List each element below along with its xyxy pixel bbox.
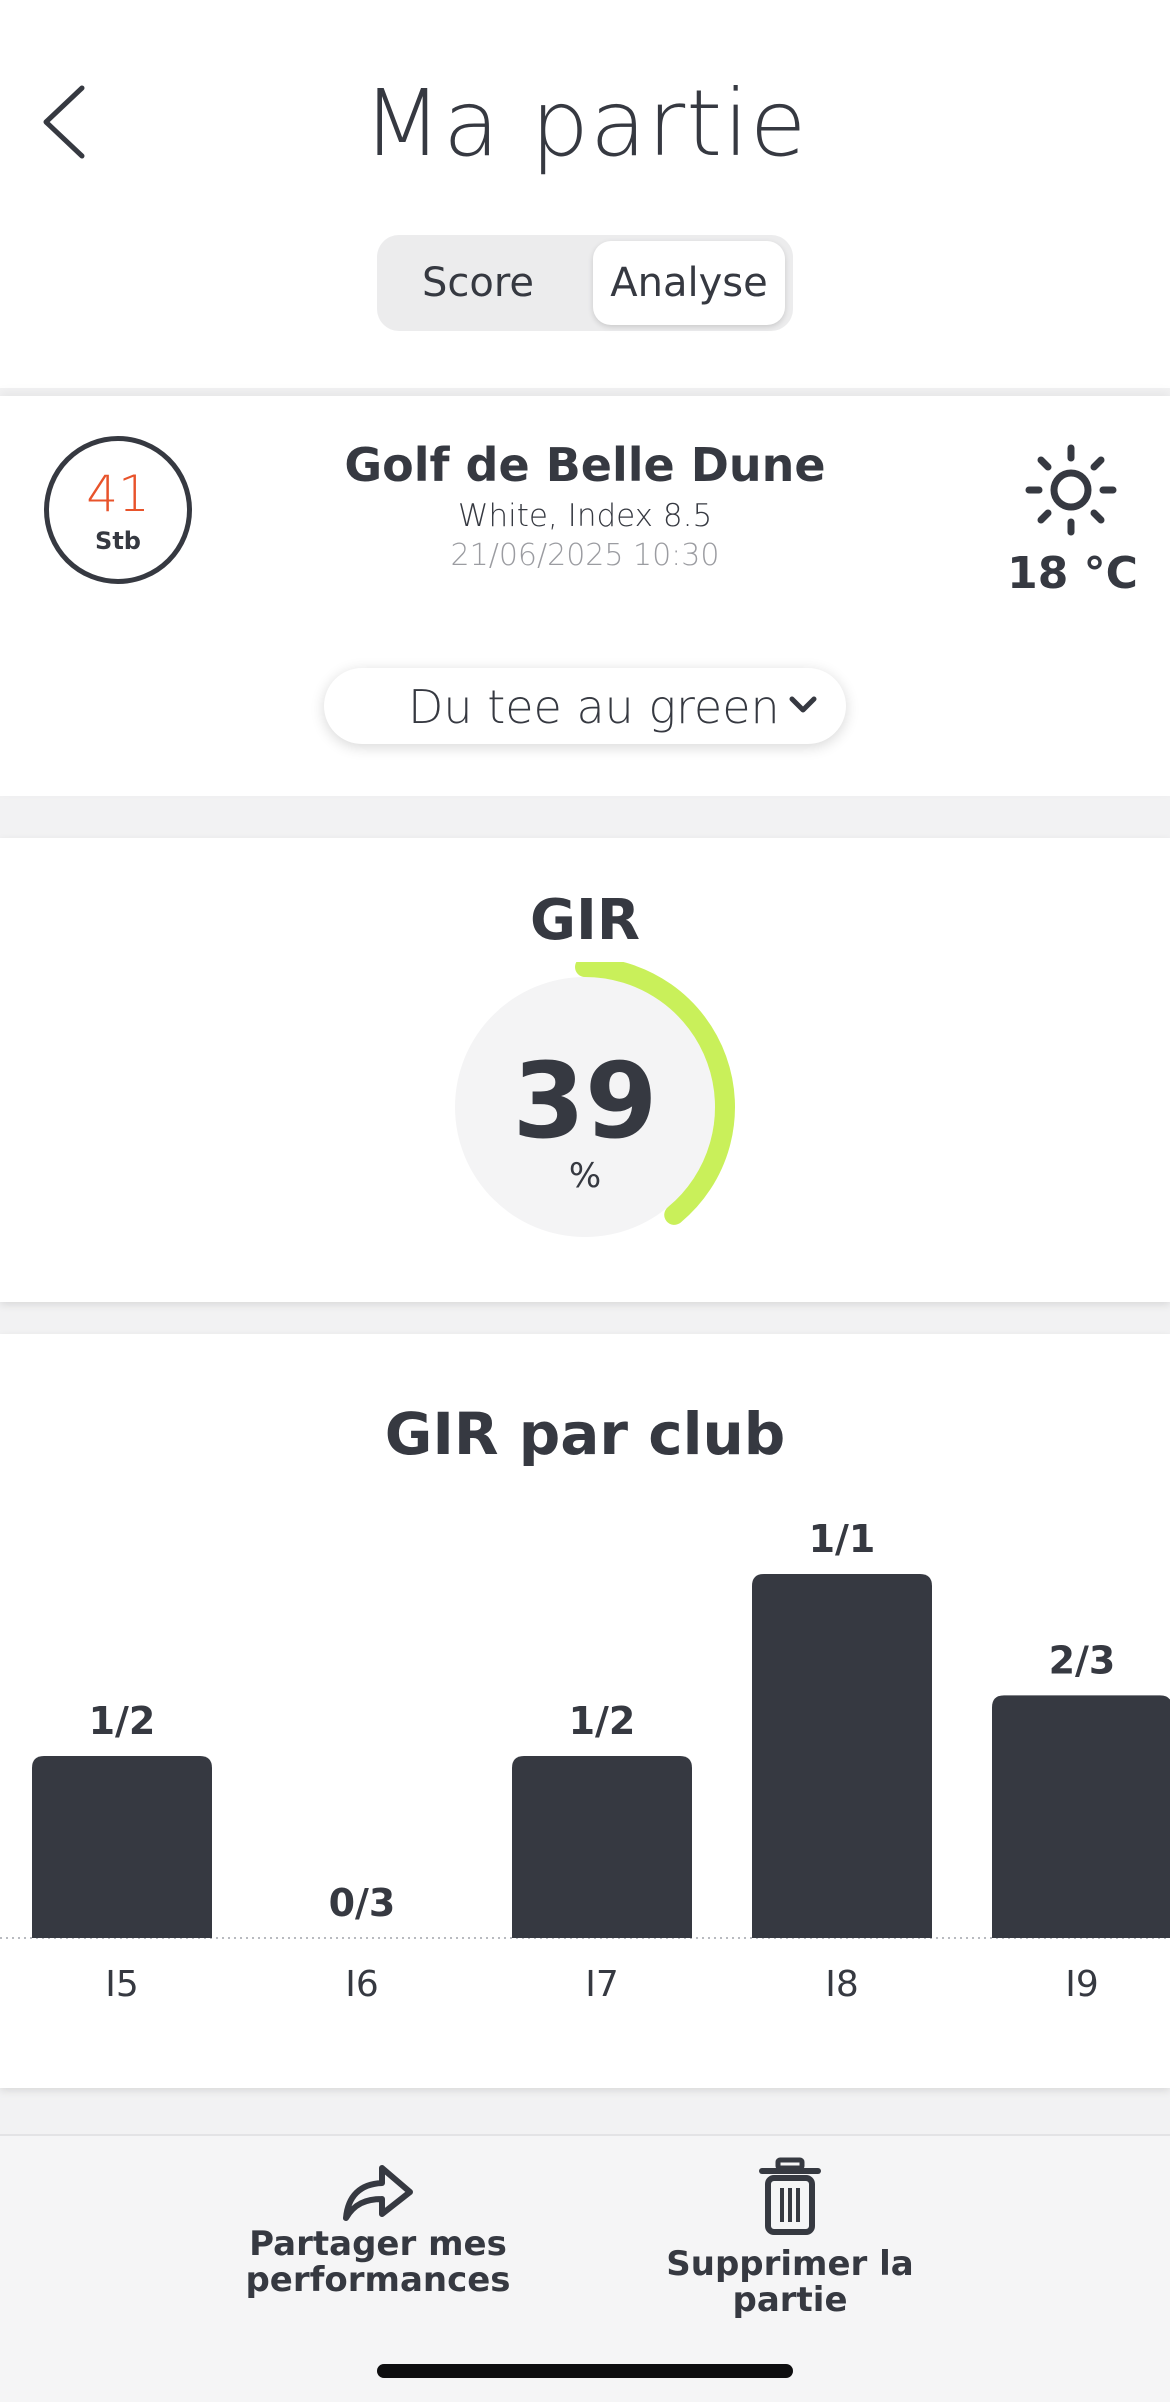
phase-filter-dropdown[interactable]: Du tee au green <box>324 668 846 744</box>
tee-info: White, Index 8.5 <box>457 498 713 534</box>
sun-icon <box>1025 444 1117 536</box>
share-performance-button[interactable]: Partager mes performances <box>230 2156 526 2298</box>
tab-score[interactable]: Score <box>383 241 573 325</box>
chart-bar-i7 <box>512 1756 692 1938</box>
chart-tick-label-i5: I5 <box>105 1964 139 2005</box>
gir-percentage-unit: % <box>568 1156 602 1196</box>
chart-tick-label-i9: I9 <box>1065 1964 1099 2005</box>
course-name: Golf de Belle Dune <box>344 438 826 492</box>
share-arrow-icon <box>343 2165 413 2221</box>
header: Ma partie Score Analyse <box>0 0 1170 388</box>
chart-tick-label-i8: I8 <box>825 1964 859 2005</box>
gir-title: GIR <box>530 888 640 953</box>
chart-data-label-i9: 2/3 <box>1049 1638 1116 1682</box>
filter-selected-value: Du tee au green <box>408 680 780 734</box>
gir-per-club-card: 1/2 I5 0/3 I6 1/2 I7 1/1 I8 2/3 I9 GIR par club <box>0 1334 1170 2088</box>
chart-data-label-i7: 1/2 <box>569 1699 636 1743</box>
round-datetime: 21/06/2025 10:30 <box>450 538 720 573</box>
chart-bar-i8 <box>752 1574 932 1938</box>
chart-title: GIR par club <box>384 1400 786 1468</box>
home-indicator <box>377 2364 793 2378</box>
round-info-card: 41 Stb Golf de Belle Dune White, Index 8… <box>0 396 1170 796</box>
tab-analyse[interactable]: Analyse <box>593 241 785 325</box>
chart-bar-i9 <box>992 1695 1170 1938</box>
page-title: Ma partie <box>362 70 808 177</box>
chart-tick-label-i6: I6 <box>345 1964 379 2005</box>
chart-tick-label-i7: I7 <box>585 1964 619 2005</box>
chevron-down-icon <box>789 696 817 713</box>
gir-percentage-value: 39 <box>512 1040 658 1162</box>
share-label-line1: Partager mes <box>249 2224 507 2264</box>
trash-icon <box>759 2157 821 2235</box>
gir-card: GIR 39 % <box>0 838 1170 1302</box>
chart-data-label-i5: 1/2 <box>89 1699 156 1743</box>
chart-data-label-i8: 1/1 <box>809 1517 876 1561</box>
segmented-control: Score Analyse <box>377 235 793 331</box>
temperature: 18 °C <box>1007 548 1138 599</box>
share-label-line2: performances <box>245 2260 511 2300</box>
chart-bar-i5 <box>32 1756 212 1938</box>
chart-data-label-i6: 0/3 <box>329 1881 396 1925</box>
delete-label: Supprimer la partie <box>666 2244 914 2320</box>
delete-round-button[interactable]: Supprimer la partie <box>610 2156 970 2318</box>
bottom-action-bar: Partager mes performances Supprimer la p… <box>0 2134 1170 2402</box>
